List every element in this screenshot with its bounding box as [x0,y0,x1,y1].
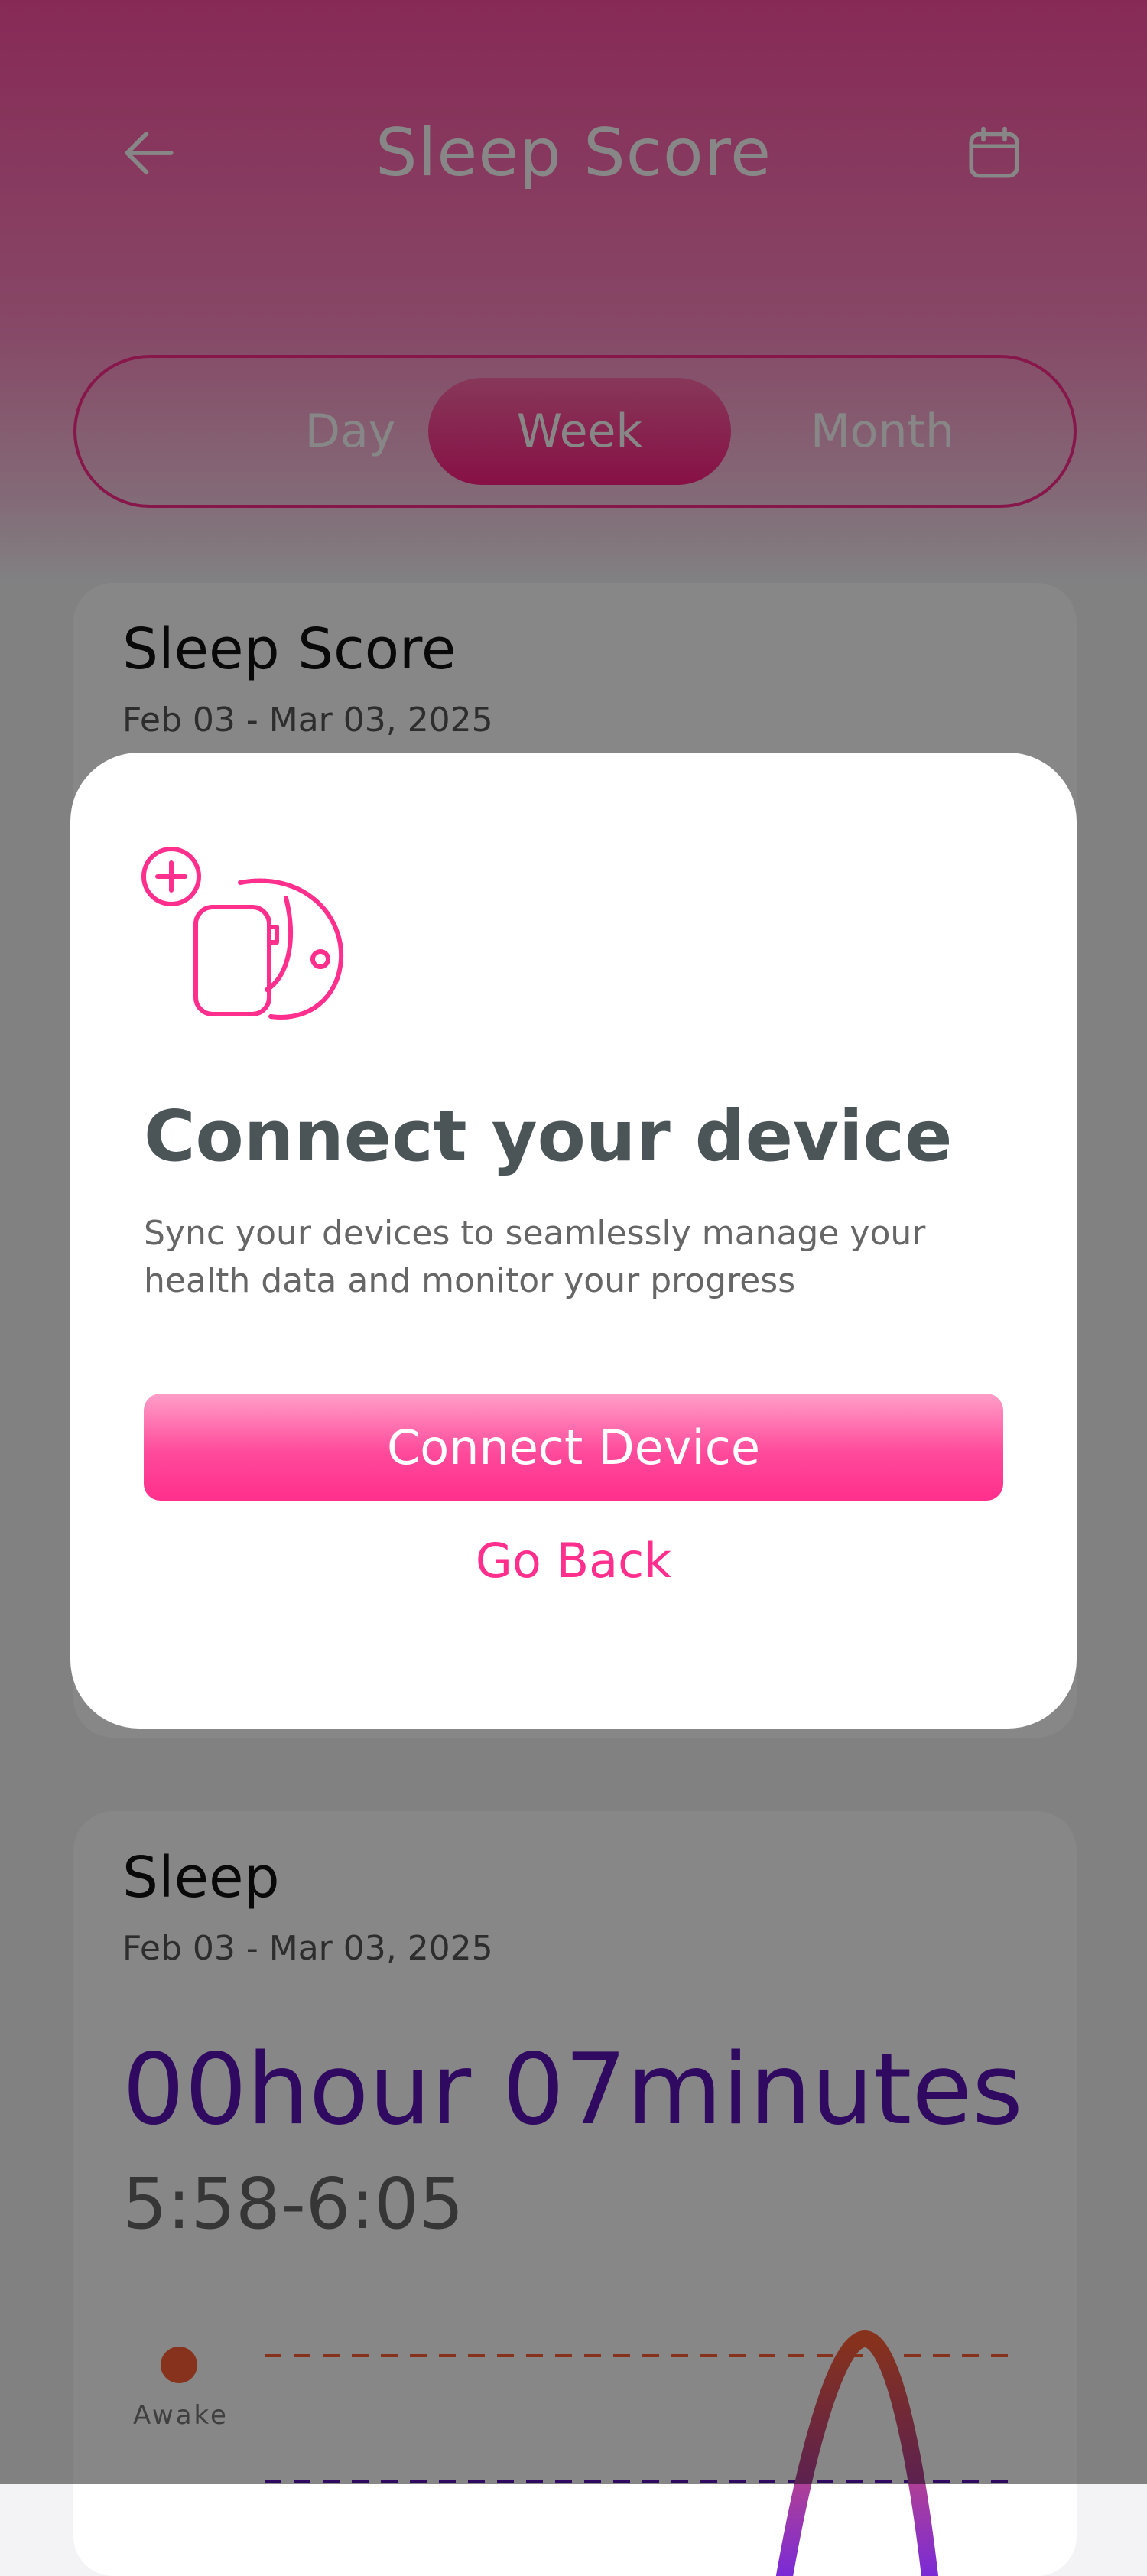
connect-device-dialog: Connect your device Sync your devices to… [70,753,1077,1729]
dialog-description: Sync your devices to seamlessly manage y… [144,1214,926,1300]
smartwatch-plus-icon [141,847,344,1020]
dialog-title: Connect your device [144,1095,953,1177]
connect-device-button[interactable]: Connect Device [144,1394,1003,1501]
go-back-button[interactable]: Go Back [70,1533,1077,1589]
